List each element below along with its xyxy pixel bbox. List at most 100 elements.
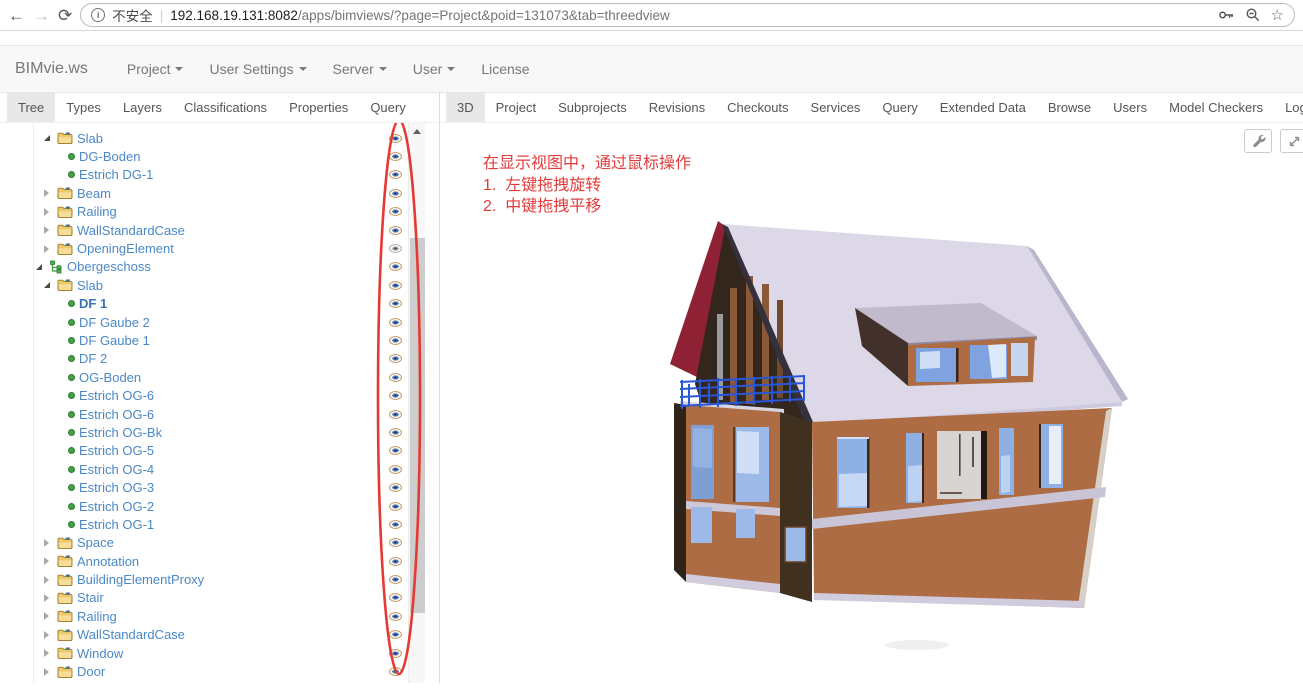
tree-item-label[interactable]: Space [77, 535, 114, 550]
tab-classifications[interactable]: Classifications [173, 93, 278, 122]
tree-item-label[interactable]: Estrich OG-6 [79, 388, 154, 403]
collapse-arrow-icon[interactable] [44, 132, 57, 144]
tree-item-label[interactable]: Estrich OG-Bk [79, 425, 162, 440]
tree-row[interactable]: BuildingElementProxy [0, 570, 385, 588]
tree-row[interactable]: Slab [0, 129, 385, 147]
visibility-toggle[interactable] [387, 129, 403, 147]
tree-row[interactable]: Railing [0, 203, 385, 221]
visibility-toggle[interactable] [387, 221, 403, 239]
tree-row[interactable]: DF 2 [0, 350, 385, 368]
visibility-toggle[interactable] [387, 460, 403, 478]
tab-model-checkers[interactable]: Model Checkers [1158, 93, 1274, 122]
tree-row[interactable]: OG-Boden [0, 368, 385, 386]
tab-query[interactable]: Query [359, 93, 416, 122]
nav-item-license[interactable]: License [468, 46, 542, 92]
tab-properties[interactable]: Properties [278, 93, 359, 122]
visibility-toggle[interactable] [387, 239, 403, 257]
visibility-toggle[interactable] [387, 442, 403, 460]
tree-item-label[interactable]: Window [77, 646, 123, 661]
tree-item-label[interactable]: Estrich DG-1 [79, 167, 153, 182]
tree-item-label[interactable]: Slab [77, 278, 103, 293]
tree-item-label[interactable]: Estrich OG-1 [79, 517, 154, 532]
tree-row[interactable]: Annotation [0, 552, 385, 570]
tree-row[interactable]: Estrich OG-2 [0, 497, 385, 515]
bookmark-star-icon[interactable]: ☆ [1271, 6, 1284, 24]
tree-row[interactable]: Door [0, 662, 385, 680]
visibility-toggle[interactable] [387, 313, 403, 331]
tree-item-label[interactable]: Estrich OG-2 [79, 499, 154, 514]
nav-item-user[interactable]: User [400, 46, 469, 92]
expand-arrow-icon[interactable] [44, 610, 57, 622]
expand-arrow-icon[interactable] [44, 592, 57, 604]
tab-project[interactable]: Project [485, 93, 547, 122]
tree-item-label[interactable]: Door [77, 664, 105, 679]
visibility-toggle[interactable] [387, 534, 403, 552]
visibility-toggle[interactable] [387, 147, 403, 165]
tree-row[interactable]: WallStandardCase [0, 626, 385, 644]
tab-types[interactable]: Types [55, 93, 112, 122]
visibility-toggle[interactable] [387, 368, 403, 386]
visibility-toggle[interactable] [387, 497, 403, 515]
tab-3d[interactable]: 3D [446, 93, 485, 122]
nav-item-user-settings[interactable]: User Settings [196, 46, 319, 92]
tree-item-label[interactable]: Beam [77, 186, 111, 201]
threed-viewport[interactable]: 在显示视图中，通过鼠标操作1. 左键拖拽旋转2. 中键拖拽平移 [440, 123, 1303, 683]
tree-item-label[interactable]: DF Gaube 1 [79, 333, 150, 348]
tree-item-label[interactable]: DF Gaube 2 [79, 315, 150, 330]
tree-row[interactable]: DF 1 [0, 295, 385, 313]
tree-row[interactable]: Estrich OG-4 [0, 460, 385, 478]
visibility-toggle[interactable] [387, 662, 403, 680]
tree-item-label[interactable]: DG-Boden [79, 149, 140, 164]
visibility-toggle[interactable] [387, 258, 403, 276]
tree-row[interactable]: Slab [0, 276, 385, 294]
expand-arrow-icon[interactable] [44, 187, 57, 199]
visibility-toggle[interactable] [387, 350, 403, 368]
zoom-out-icon[interactable] [1245, 7, 1261, 23]
tree-item-label[interactable]: DF 2 [79, 351, 107, 366]
tree-item-label[interactable]: Obergeschoss [67, 259, 151, 274]
tree-row[interactable]: Estrich OG-6 [0, 386, 385, 404]
tree-row[interactable]: Estrich OG-3 [0, 478, 385, 496]
tree-item-label[interactable]: BuildingElementProxy [77, 572, 204, 587]
visibility-toggle[interactable] [387, 644, 403, 662]
expand-arrow-icon[interactable] [44, 629, 57, 641]
tree-item-label[interactable]: Estrich OG-5 [79, 443, 154, 458]
collapse-arrow-icon[interactable] [36, 261, 49, 273]
visibility-toggle[interactable] [387, 203, 403, 221]
tab-extended-data[interactable]: Extended Data [929, 93, 1037, 122]
visibility-toggle[interactable] [387, 607, 403, 625]
tab-users[interactable]: Users [1102, 93, 1158, 122]
visibility-toggle[interactable] [387, 276, 403, 294]
nav-item-project[interactable]: Project [114, 46, 197, 92]
key-icon[interactable] [1218, 7, 1235, 23]
tree-item-label[interactable]: OG-Boden [79, 370, 141, 385]
nav-item-server[interactable]: Server [320, 46, 400, 92]
tab-log[interactable]: Log [1274, 93, 1303, 122]
viewer-settings-button[interactable] [1244, 129, 1272, 153]
expand-arrow-icon[interactable] [44, 647, 57, 659]
tree-row[interactable]: Estrich OG-5 [0, 442, 385, 460]
scrollbar-up-button[interactable] [409, 123, 425, 139]
expand-arrow-icon[interactable] [44, 555, 57, 567]
tree-row[interactable]: DF Gaube 2 [0, 313, 385, 331]
tree-row[interactable]: Estrich OG-1 [0, 515, 385, 533]
tree-item-label[interactable]: Estrich OG-6 [79, 407, 154, 422]
info-icon[interactable]: i [91, 8, 105, 22]
tab-services[interactable]: Services [800, 93, 872, 122]
tree-row[interactable]: DG-Boden [0, 147, 385, 165]
visibility-toggle[interactable] [387, 570, 403, 588]
refresh-icon[interactable]: ⟳ [58, 7, 72, 24]
tree-row[interactable]: WallStandardCase [0, 221, 385, 239]
tree-row[interactable]: Stair [0, 589, 385, 607]
tree-item-label[interactable]: Annotation [77, 554, 139, 569]
tree-row[interactable]: Space [0, 534, 385, 552]
tab-tree[interactable]: Tree [7, 93, 55, 122]
visibility-toggle[interactable] [387, 386, 403, 404]
tree-item-label[interactable]: Railing [77, 204, 117, 219]
tree-item-label[interactable]: Stair [77, 590, 104, 605]
visibility-toggle[interactable] [387, 184, 403, 202]
tab-revisions[interactable]: Revisions [638, 93, 716, 122]
visibility-toggle[interactable] [387, 331, 403, 349]
visibility-toggle[interactable] [387, 626, 403, 644]
visibility-toggle[interactable] [387, 405, 403, 423]
